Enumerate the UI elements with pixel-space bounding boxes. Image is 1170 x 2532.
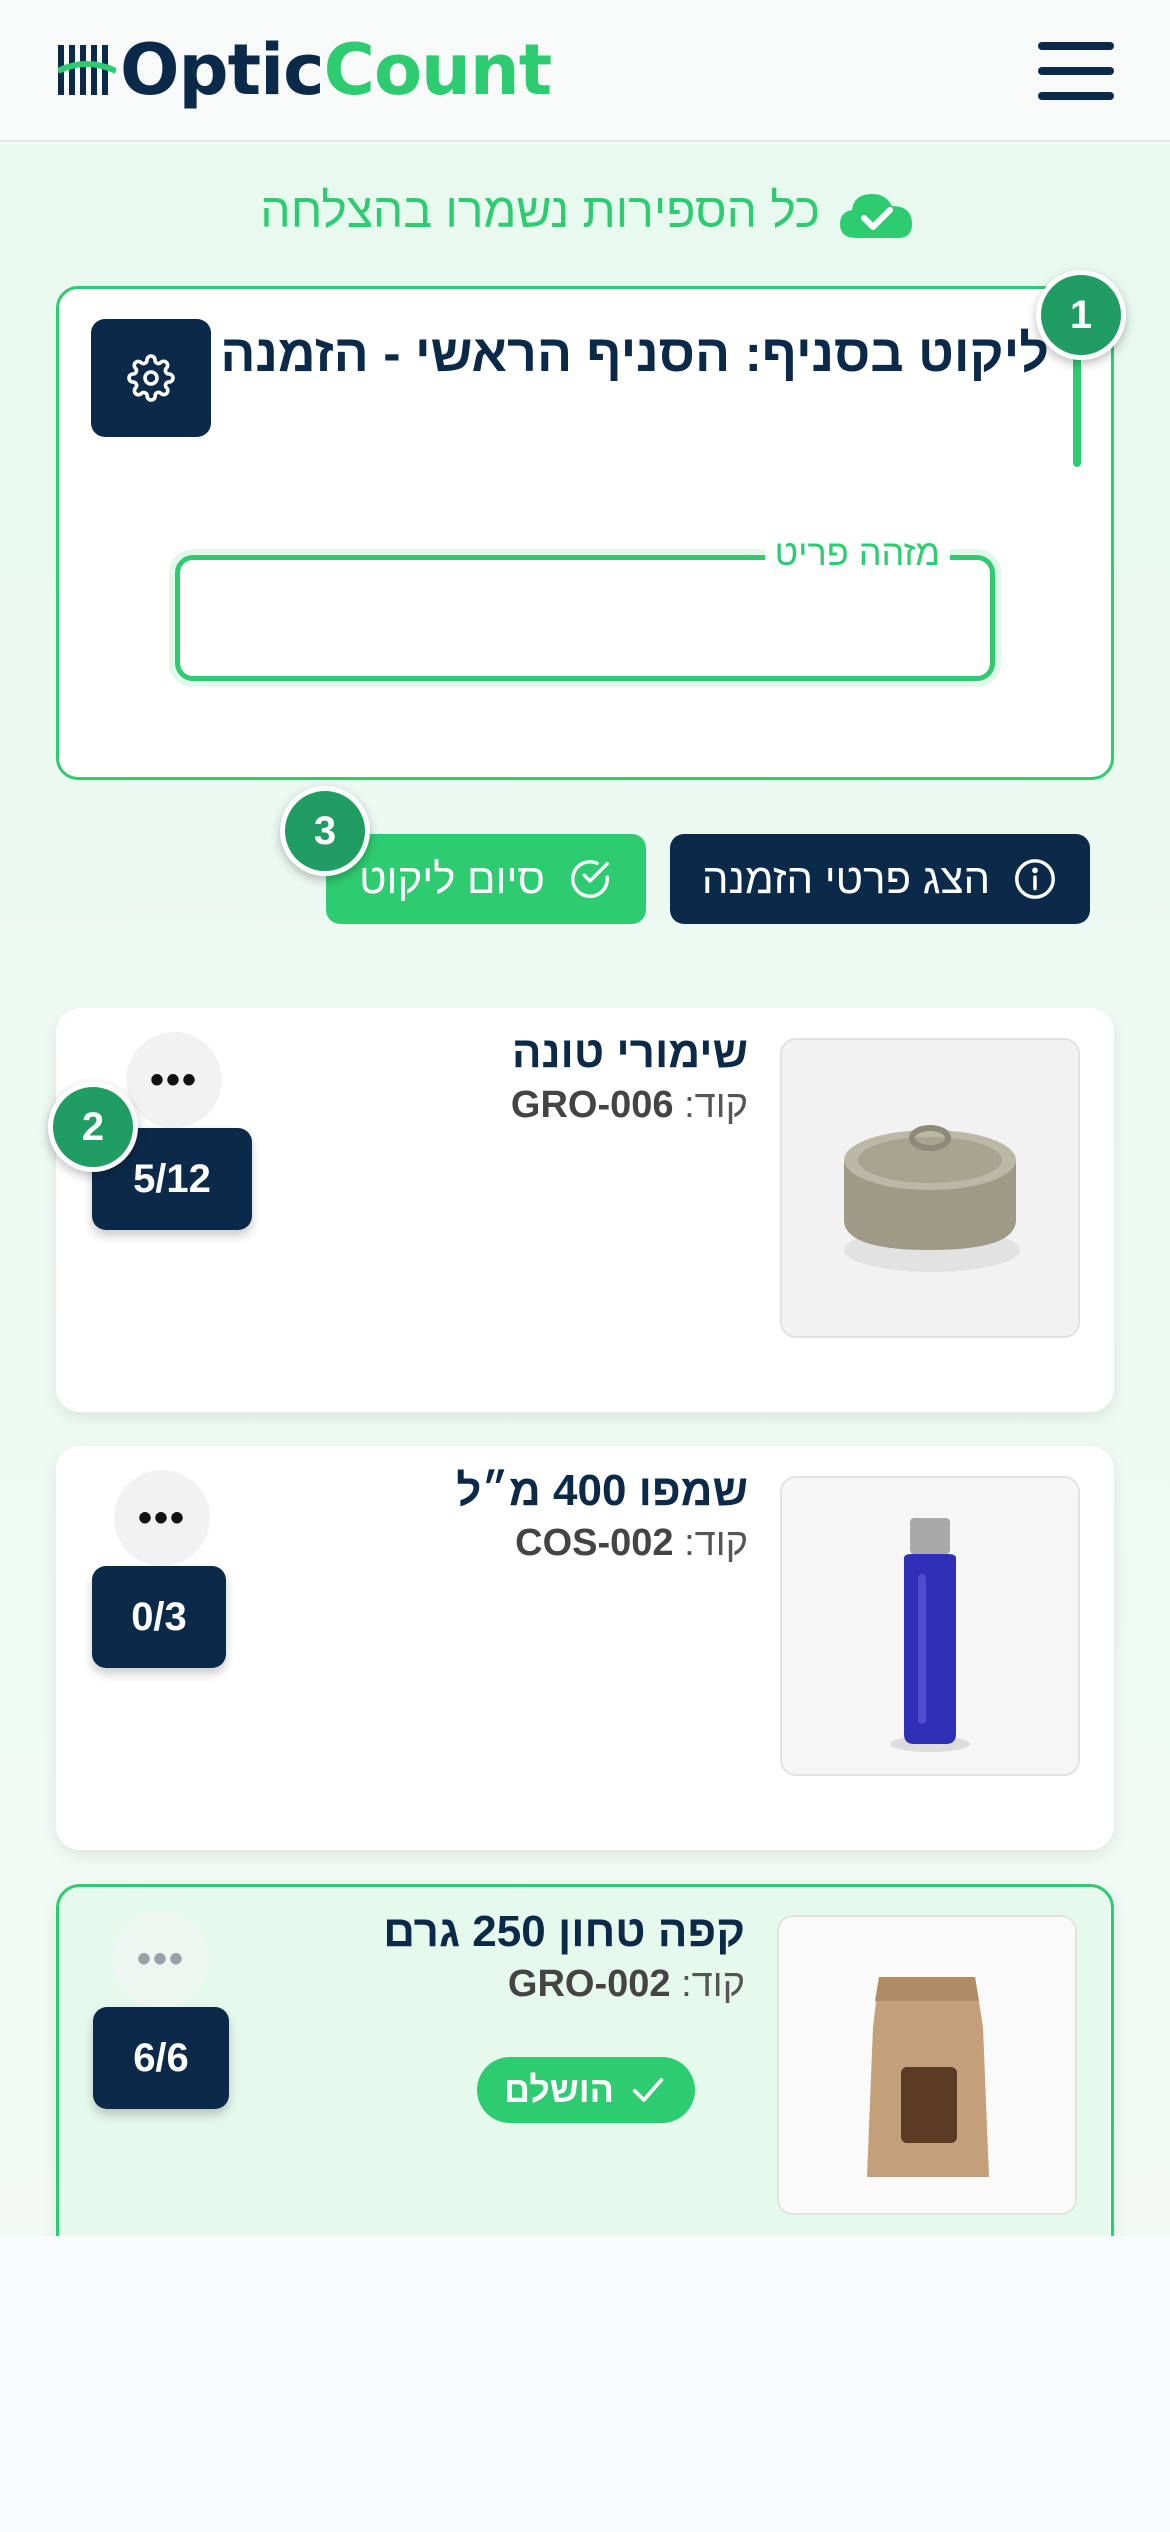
tutorial-badge-3: 3	[280, 786, 370, 876]
product-image-tuna	[780, 1038, 1080, 1338]
info-icon	[1015, 859, 1056, 899]
product-name: קפה טחון 250 גרם	[383, 1907, 745, 1956]
product-card[interactable]: שמפו 400 מ״ל קוד: COS-002 ••• 0/3	[56, 1446, 1114, 1850]
item-id-field[interactable]: מזהה פריט	[175, 532, 995, 681]
check-icon	[632, 2078, 664, 2102]
product-card[interactable]: שימורי טונה קוד: GRO-006 ••• 5/12	[56, 1008, 1114, 1412]
item-id-input[interactable]	[180, 560, 990, 676]
logo-text: OpticCount	[120, 29, 552, 111]
save-status: כל הספירות נשמרו בהצלחה	[0, 184, 1170, 254]
tutorial-badge-2: 2	[48, 1082, 138, 1172]
gear-icon	[127, 354, 175, 402]
tutorial-badge-1: 1	[1036, 270, 1126, 360]
product-name: שמפו 400 מ״ל	[456, 1466, 748, 1515]
check-circle-icon	[570, 860, 609, 898]
scan-card: ליקוט בסניף: הסניף הראשי - הזמנה #order_…	[56, 286, 1114, 780]
product-code: קוד: COS-002	[515, 1522, 748, 1564]
more-options-button[interactable]: •••	[126, 1032, 222, 1128]
more-options-button[interactable]: •••	[113, 1911, 209, 2007]
show-order-details-button[interactable]: הצג פרטי הזמנה	[670, 834, 1090, 924]
product-image-shampoo	[780, 1476, 1080, 1776]
product-name: שימורי טונה	[511, 1028, 748, 1077]
show-order-details-label: הצג פרטי הזמנה	[701, 855, 991, 902]
item-id-label: מזהה פריט	[764, 532, 950, 574]
product-card-completed[interactable]: קפה טחון 250 גרם קוד: GRO-002 ••• 6/6 הו…	[56, 1884, 1114, 2236]
pick-count[interactable]: 6/6	[93, 2007, 229, 2109]
product-code: קוד: GRO-002	[507, 1963, 745, 2005]
main-content: כל הספירות נשמרו בהצלחה ליקוט בסניף: הסנ…	[0, 144, 1170, 2236]
settings-button[interactable]	[91, 319, 211, 437]
cloud-check-icon	[840, 194, 912, 238]
app-header: OpticCount	[0, 0, 1170, 142]
barcode-logo-icon	[58, 45, 116, 95]
completed-label: הושלם	[504, 2069, 614, 2110]
product-code: קוד: GRO-006	[510, 1084, 748, 1126]
pick-count[interactable]: 0/3	[92, 1566, 226, 1668]
finish-picking-label: סיום ליקוט	[359, 855, 545, 902]
finish-picking-button[interactable]: סיום ליקוט	[326, 834, 646, 924]
product-image-coffee	[777, 1915, 1077, 2215]
hamburger-menu-icon[interactable]	[1038, 40, 1114, 102]
completed-chip: הושלם	[477, 2057, 695, 2123]
logo[interactable]: OpticCount	[58, 28, 552, 112]
save-status-text: כל הספירות נשמרו בהצלחה	[260, 185, 820, 238]
more-options-button[interactable]: •••	[114, 1470, 210, 1566]
picking-title: ליקוט בסניף: הסניף הראשי - הזמנה #order_…	[149, 325, 1049, 383]
